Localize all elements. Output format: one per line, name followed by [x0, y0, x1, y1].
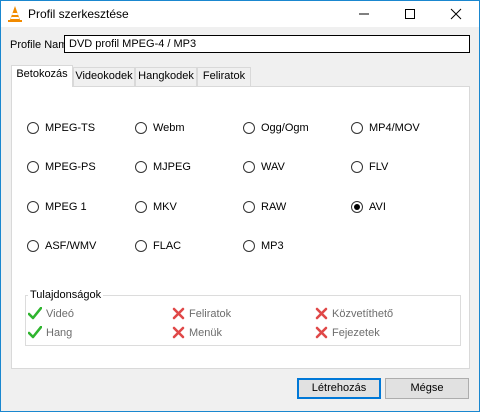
capability-label: Hang: [46, 326, 73, 339]
radio-mp4[interactable]: MP4/MOV: [351, 122, 420, 134]
radio-indicator[interactable]: [243, 122, 255, 134]
radio-indicator-selected[interactable]: [351, 201, 363, 213]
radio-flac[interactable]: FLAC: [135, 240, 181, 252]
capability-audio: Hang: [28, 326, 72, 339]
radio-raw[interactable]: RAW: [243, 201, 286, 213]
capability-subtitles: Feliratok: [172, 307, 231, 320]
radio-mpeg-ts[interactable]: MPEG-TS: [27, 122, 95, 134]
tab-audio-codec[interactable]: Hangkodek: [135, 67, 197, 86]
radio-mkv[interactable]: MKV: [135, 201, 177, 213]
radio-indicator[interactable]: [351, 122, 363, 134]
vlc-cone-icon: [7, 5, 23, 23]
profile-name-input[interactable]: [64, 35, 470, 53]
cancel-button[interactable]: Mégse: [385, 378, 469, 399]
cross-icon: [172, 326, 185, 339]
radio-indicator[interactable]: [27, 240, 39, 252]
radio-label: FLV: [369, 161, 389, 173]
radio-label: WAV: [261, 161, 285, 173]
capability-label: Fejezetek: [332, 326, 380, 339]
radio-label: Webm: [153, 122, 185, 134]
capability-label: Menük: [189, 326, 223, 339]
capability-streamable: Közvetíthető: [315, 307, 393, 320]
radio-label: MP3: [261, 240, 284, 252]
radio-mjpeg[interactable]: MJPEG: [135, 161, 191, 173]
window-title: Profil szerkesztése: [28, 7, 129, 21]
cross-icon: [315, 307, 328, 320]
radio-label: MJPEG: [153, 161, 191, 173]
radio-wav[interactable]: WAV: [243, 161, 285, 173]
radio-webm[interactable]: Webm: [135, 122, 185, 134]
radio-flv[interactable]: FLV: [351, 161, 388, 173]
capability-label: Feliratok: [189, 307, 232, 320]
radio-mpeg-ps[interactable]: MPEG-PS: [27, 161, 96, 173]
radio-indicator[interactable]: [135, 240, 147, 252]
checkmark-icon: [28, 326, 42, 339]
radio-indicator[interactable]: [243, 161, 255, 173]
profile-editor-window: Profil szerkesztése Profile Name Betokoz…: [0, 0, 480, 412]
tab-encapsulation[interactable]: Betokozás: [11, 65, 73, 87]
radio-indicator[interactable]: [243, 201, 255, 213]
radio-indicator[interactable]: [135, 201, 147, 213]
radio-label: AVI: [369, 201, 386, 213]
properties-groupbox: [25, 295, 461, 346]
minimize-button[interactable]: [341, 1, 387, 27]
radio-label: MKV: [153, 201, 177, 213]
radio-asf-wmv[interactable]: ASF/WMV: [27, 240, 96, 252]
capability-label: Közvetíthető: [332, 307, 394, 320]
capability-chapters: Fejezetek: [315, 326, 380, 339]
radio-label: RAW: [261, 201, 287, 213]
tab-subtitles[interactable]: Feliratok: [197, 67, 251, 86]
radio-ogg[interactable]: Ogg/Ogm: [243, 122, 309, 134]
create-button[interactable]: Létrehozás: [297, 378, 381, 399]
radio-label: MP4/MOV: [369, 122, 420, 134]
radio-indicator[interactable]: [27, 161, 39, 173]
cross-icon: [172, 307, 185, 320]
radio-indicator[interactable]: [135, 122, 147, 134]
radio-label: Ogg/Ogm: [261, 122, 309, 134]
radio-indicator[interactable]: [135, 161, 147, 173]
checkmark-icon: [28, 307, 42, 320]
capability-label: Videó: [46, 307, 74, 320]
radio-label: MPEG-TS: [45, 122, 96, 134]
radio-indicator[interactable]: [27, 122, 39, 134]
title-bar: Profil szerkesztése: [1, 1, 479, 27]
radio-avi[interactable]: AVI: [351, 201, 386, 213]
cross-icon: [315, 326, 328, 339]
radio-mp3[interactable]: MP3: [243, 240, 284, 252]
radio-label: MPEG 1: [45, 201, 87, 213]
capability-video: Videó: [28, 307, 74, 320]
properties-title: Tulajdonságok: [28, 289, 104, 301]
radio-label: ASF/WMV: [45, 240, 97, 252]
radio-mpeg-1[interactable]: MPEG 1: [27, 201, 87, 213]
capability-menus: Menük: [172, 326, 222, 339]
tab-video-codec[interactable]: Videokodek: [73, 67, 135, 86]
radio-indicator[interactable]: [351, 161, 363, 173]
radio-indicator[interactable]: [27, 201, 39, 213]
radio-indicator[interactable]: [243, 240, 255, 252]
close-button[interactable]: [433, 1, 479, 27]
maximize-button[interactable]: [387, 1, 433, 27]
radio-label: MPEG-PS: [45, 161, 96, 173]
radio-label: FLAC: [153, 240, 182, 252]
